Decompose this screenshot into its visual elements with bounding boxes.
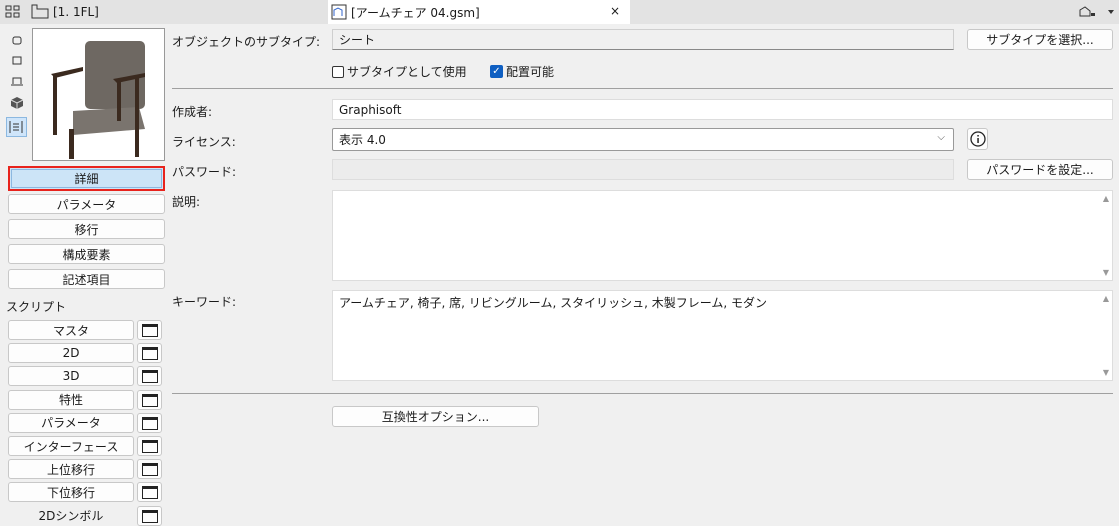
script-button[interactable]: 2D — [8, 343, 134, 364]
password-label: パスワード: — [172, 165, 237, 179]
scroll-up-icon[interactable]: ▲ — [1103, 294, 1109, 303]
script-button[interactable]: インターフェース — [8, 436, 134, 456]
view-options-icon[interactable] — [1072, 4, 1116, 20]
window-icon — [142, 324, 158, 337]
view-icons — [6, 33, 27, 139]
keywords-textarea[interactable]: アームチェア, 椅子, 席, リビングルーム, スタイリッシュ, 木製フレーム,… — [332, 290, 1113, 381]
placeable-checkbox[interactable]: ✓ 配置可能 — [490, 63, 554, 80]
description-textarea[interactable]: ▲ ▼ — [332, 190, 1113, 281]
script-button[interactable]: 下位移行 — [8, 482, 134, 503]
license-label: ライセンス: — [172, 135, 236, 149]
object-preview — [32, 28, 165, 161]
armchair-image — [51, 41, 145, 159]
license-value: 表示 4.0 — [339, 133, 386, 147]
compatibility-options-button[interactable]: 互換性オプション... — [332, 406, 539, 427]
author-input[interactable]: Graphisoft — [332, 99, 1113, 120]
chevron-down-icon: ⌵ — [937, 132, 945, 143]
use-as-subtype-checkbox[interactable]: サブタイプとして使用 — [332, 63, 467, 80]
floor-plan-icon — [31, 4, 49, 19]
script-button[interactable]: 特性 — [8, 389, 134, 410]
tab-floor-plan[interactable]: [1. 1FL] — [31, 4, 99, 19]
tab-label: [アームチェア 04.gsm] — [351, 5, 480, 20]
open-script-window-button[interactable] — [137, 505, 162, 526]
open-script-window-button[interactable] — [137, 320, 162, 340]
license-info-button[interactable] — [967, 128, 988, 150]
close-tab-icon[interactable]: × — [610, 4, 620, 18]
scroll-down-icon[interactable]: ▼ — [1103, 368, 1109, 377]
checkbox-box[interactable] — [332, 65, 344, 78]
open-script-window-button[interactable] — [137, 343, 162, 364]
open-script-window-button[interactable] — [137, 482, 162, 503]
object-icon — [331, 4, 347, 20]
grid-icon[interactable] — [5, 5, 21, 19]
checkbox-label: サブタイプとして使用 — [347, 65, 467, 79]
side-view-icon[interactable] — [9, 73, 25, 95]
keywords-label: キーワード: — [172, 295, 237, 309]
set-password-button[interactable]: パスワードを設定... — [967, 159, 1113, 180]
author-label: 作成者: — [172, 105, 213, 119]
scroll-up-icon[interactable]: ▲ — [1103, 194, 1109, 203]
script-button[interactable]: 上位移行 — [8, 459, 134, 480]
checkmark-icon[interactable]: ✓ — [490, 65, 503, 78]
3d-view-icon[interactable] — [9, 95, 25, 117]
info-icon — [969, 131, 986, 147]
tab-object[interactable]: [アームチェア 04.gsm] × — [328, 0, 630, 24]
divider — [172, 88, 1113, 89]
divider — [172, 393, 1113, 394]
description-label: 説明: — [172, 195, 201, 209]
open-script-window-button[interactable] — [137, 389, 162, 410]
window-icon — [142, 440, 158, 453]
window-icon — [142, 486, 158, 500]
sidebar-button[interactable]: 移行 — [8, 219, 165, 239]
select-subtype-button[interactable]: サブタイプを選択... — [967, 29, 1113, 50]
list-view-icon[interactable] — [6, 117, 27, 137]
sidebar-button[interactable]: パラメータ — [8, 194, 165, 214]
open-script-window-button[interactable] — [137, 412, 162, 433]
window-icon — [142, 463, 158, 477]
window-icon — [142, 416, 158, 430]
keywords-text: アームチェア, 椅子, 席, リビングルーム, スタイリッシュ, 木製フレーム,… — [339, 296, 767, 310]
sidebar-button[interactable]: 構成要素 — [8, 244, 165, 264]
subtype-label: オブジェクトのサブタイプ: — [172, 35, 321, 49]
tab-label: [1. 1FL] — [53, 4, 99, 19]
window-icon — [142, 370, 158, 384]
checkbox-label: 配置可能 — [506, 65, 555, 79]
open-script-window-button[interactable] — [137, 436, 162, 456]
scroll-down-icon[interactable]: ▼ — [1103, 268, 1109, 277]
window-icon — [142, 393, 158, 407]
sidebar-button[interactable]: 記述項目 — [8, 269, 165, 289]
front-view-icon[interactable] — [9, 53, 25, 73]
script-button[interactable]: マスタ — [8, 320, 134, 340]
subtype-field: シート — [332, 29, 954, 50]
window-icon — [142, 347, 158, 361]
license-select[interactable]: 表示 4.0 ⌵ — [332, 128, 954, 151]
password-input — [332, 159, 954, 180]
top-view-icon[interactable] — [9, 33, 25, 53]
open-script-window-button[interactable] — [137, 459, 162, 480]
sidebar-button[interactable]: 詳細 — [8, 166, 165, 191]
open-script-window-button[interactable] — [137, 366, 162, 387]
script-button[interactable]: 3D — [8, 366, 134, 387]
script-button[interactable]: 2Dシンボル — [8, 506, 134, 526]
scripts-label: スクリプト — [6, 300, 67, 314]
script-button[interactable]: パラメータ — [8, 412, 134, 433]
window-icon — [142, 509, 158, 523]
